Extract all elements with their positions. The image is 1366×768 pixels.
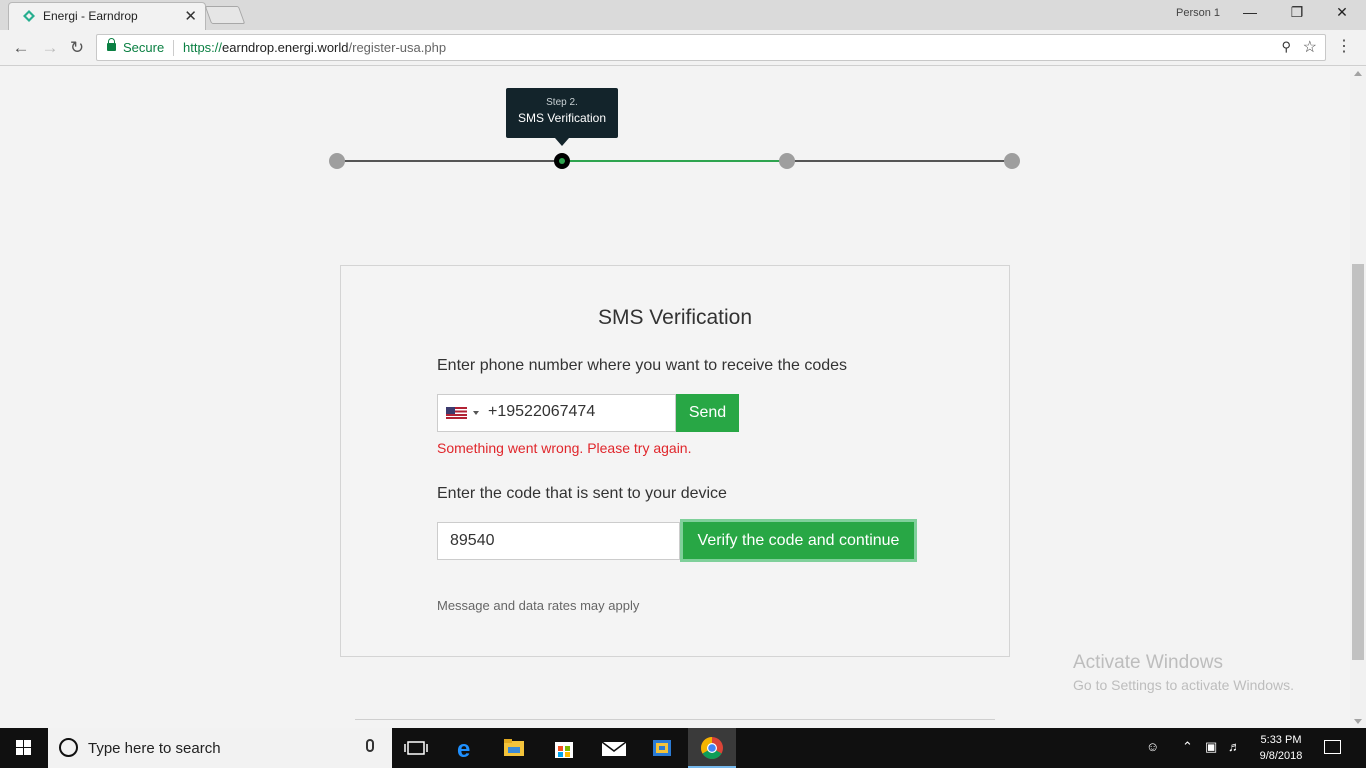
verify-button[interactable]: Verify the code and continue bbox=[680, 519, 917, 562]
us-flag-icon[interactable] bbox=[446, 407, 467, 419]
minimize-icon[interactable]: — bbox=[1235, 4, 1265, 20]
tab-title: Energi - Earndrop bbox=[43, 9, 138, 23]
svg-text:e: e bbox=[457, 736, 470, 763]
people-icon[interactable]: ☺ bbox=[1146, 739, 1159, 754]
sms-verification-card: SMS Verification Enter phone number wher… bbox=[340, 265, 1010, 657]
close-tab-icon[interactable]: ✕ bbox=[184, 7, 197, 25]
microphone-icon[interactable] bbox=[366, 739, 374, 752]
action-center-icon[interactable] bbox=[1324, 740, 1341, 754]
clock-date: 9/8/2018 bbox=[1259, 750, 1303, 762]
url-scheme: https:// bbox=[183, 40, 223, 55]
country-dropdown-caret-icon[interactable] bbox=[473, 411, 479, 415]
watermark-title: Activate Windows bbox=[1073, 652, 1223, 673]
step-dot-4 bbox=[1004, 153, 1020, 169]
step-dot-3 bbox=[779, 153, 795, 169]
activate-windows-watermark: Activate Windows Go to Settings to activ… bbox=[1073, 652, 1294, 693]
back-icon[interactable]: ← bbox=[9, 36, 33, 60]
url-host: earndrop.energi.world bbox=[222, 40, 349, 55]
network-icon[interactable]: ▣ bbox=[1205, 739, 1217, 755]
step-dot-2-active bbox=[554, 153, 570, 169]
tray-chevron-icon[interactable]: ⌃ bbox=[1182, 739, 1193, 755]
tooltip-step-number: Step 2. bbox=[546, 97, 578, 108]
phone-prompt: Enter phone number where you want to rec… bbox=[437, 357, 848, 374]
taskbar-clock[interactable]: 5:33 PM 9/8/2018 bbox=[1252, 732, 1310, 764]
tooltip-step-label: SMS Verification bbox=[517, 111, 607, 125]
address-separator bbox=[173, 40, 174, 56]
chrome-taskbar-icon[interactable] bbox=[688, 728, 736, 768]
watermark-subtitle: Go to Settings to activate Windows. bbox=[1073, 677, 1294, 693]
browser-titlebar: Energi - Earndrop ✕ Person 1 — ❐ ✕ bbox=[0, 0, 1366, 30]
code-input[interactable] bbox=[437, 522, 680, 560]
send-button[interactable]: Send bbox=[676, 394, 739, 432]
clock-time: 5:33 PM bbox=[1260, 734, 1302, 746]
close-window-icon[interactable]: ✕ bbox=[1327, 4, 1357, 21]
rates-note: Message and data rates may apply bbox=[437, 598, 640, 613]
card-title: SMS Verification bbox=[597, 306, 753, 329]
profile-name[interactable]: Person 1 bbox=[1176, 7, 1220, 19]
stepper-line-1 bbox=[337, 160, 562, 162]
volume-icon[interactable]: ♬ bbox=[1228, 739, 1241, 754]
bookmark-star-icon[interactable]: ☆ bbox=[1303, 37, 1317, 57]
edge-browser-icon[interactable]: e bbox=[442, 728, 490, 768]
address-bar[interactable]: Secure https://earndrop.energi.world/reg… bbox=[96, 34, 1326, 61]
lock-icon bbox=[107, 38, 116, 51]
stepper-line-2 bbox=[562, 160, 787, 162]
scroll-down-icon[interactable] bbox=[1354, 719, 1362, 724]
restore-icon[interactable]: ❐ bbox=[1282, 4, 1312, 21]
step-dot-1 bbox=[329, 153, 345, 169]
scroll-up-icon[interactable] bbox=[1354, 71, 1362, 76]
browser-toolbar: ← → ↻ Secure https://earndrop.energi.wor… bbox=[0, 30, 1366, 66]
new-tab-button[interactable] bbox=[204, 6, 246, 24]
task-view-icon[interactable] bbox=[392, 728, 440, 768]
search-placeholder: Type here to search bbox=[88, 740, 221, 757]
app-icon[interactable] bbox=[638, 728, 686, 768]
forward-icon[interactable]: → bbox=[38, 36, 62, 60]
energi-favicon-icon bbox=[23, 10, 35, 22]
windows-taskbar: Type here to search e ☺ ⌃ ▣ ♬ 5:33 PM 9/… bbox=[0, 728, 1366, 768]
phone-field bbox=[437, 394, 676, 432]
secure-label: Secure bbox=[123, 40, 165, 55]
url-path: /register-usa.php bbox=[348, 40, 447, 55]
mail-icon[interactable] bbox=[590, 728, 638, 768]
store-icon[interactable] bbox=[540, 728, 588, 768]
start-button[interactable] bbox=[0, 728, 48, 768]
key-icon[interactable]: ⚲ bbox=[1281, 39, 1291, 55]
chrome-menu-icon[interactable]: ⋮ bbox=[1336, 36, 1352, 56]
reload-icon[interactable]: ↻ bbox=[65, 36, 89, 60]
phone-input[interactable] bbox=[488, 403, 668, 421]
scroll-thumb[interactable] bbox=[1352, 264, 1364, 660]
page-content: Step 2. SMS Verification SMS Verificatio… bbox=[0, 67, 1350, 728]
error-message: Something went wrong. Please try again. bbox=[437, 440, 692, 456]
file-explorer-icon[interactable] bbox=[490, 728, 538, 768]
page-scrollbar[interactable] bbox=[1350, 67, 1366, 728]
code-prompt: Enter the code that is sent to your devi… bbox=[437, 485, 727, 502]
footer-divider bbox=[355, 719, 995, 720]
stepper-line-3 bbox=[787, 160, 1012, 162]
taskbar-search[interactable]: Type here to search bbox=[48, 728, 392, 768]
windows-logo-icon bbox=[16, 740, 32, 756]
step-tooltip: Step 2. SMS Verification bbox=[506, 88, 618, 146]
browser-tab[interactable]: Energi - Earndrop ✕ bbox=[8, 2, 206, 30]
cortana-icon[interactable] bbox=[59, 738, 78, 757]
url-text[interactable]: https://earndrop.energi.world/register-u… bbox=[183, 40, 446, 55]
